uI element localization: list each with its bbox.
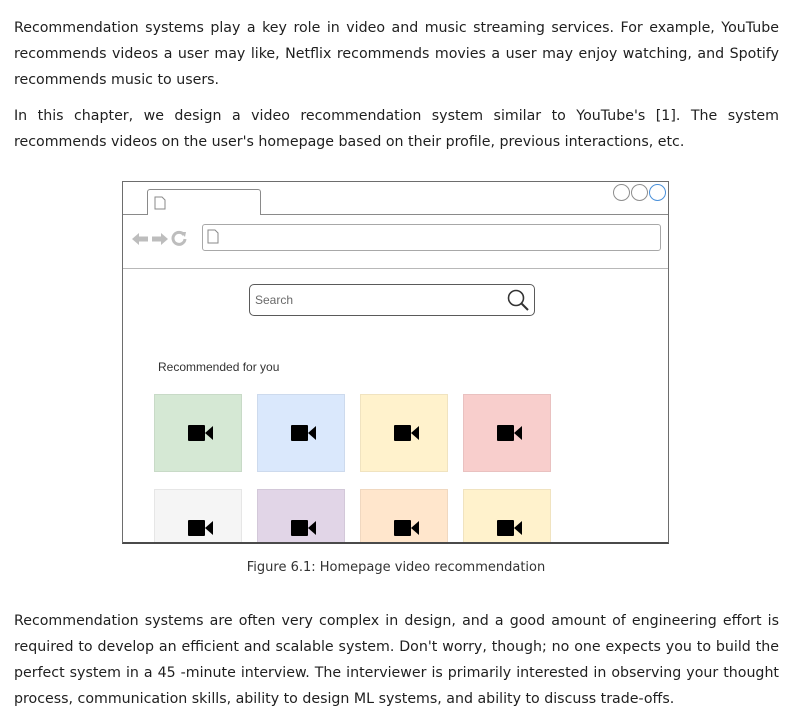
back-arrow-icon <box>131 231 149 250</box>
window-controls <box>613 184 666 201</box>
search-icon <box>506 288 530 316</box>
video-tile-8 <box>463 489 551 542</box>
video-tile-1 <box>154 394 242 472</box>
video-tile-6 <box>257 489 345 542</box>
forward-arrow-icon <box>151 231 169 250</box>
refresh-icon <box>171 230 187 250</box>
complexity-paragraph: Recommendation systems are often very co… <box>14 613 779 707</box>
recommended-heading: Recommended for you <box>158 360 280 374</box>
intro-paragraph: Recommendation systems play a key role i… <box>14 20 779 88</box>
window-control-icon <box>631 184 648 201</box>
video-tile-2 <box>257 394 345 472</box>
search-placeholder: Search <box>255 293 294 307</box>
page-icon <box>207 229 219 248</box>
navigation-bar <box>123 215 668 269</box>
tab-strip <box>123 182 668 215</box>
nav-icons <box>131 230 187 250</box>
window-control-icon <box>649 184 666 201</box>
search-input: Search <box>249 284 535 316</box>
chapter-paragraph: In this chapter, we design a video recom… <box>14 108 779 150</box>
figure-caption: Figure 6.1: Homepage video recommendatio… <box>246 560 546 575</box>
page-icon <box>154 195 166 214</box>
window-control-icon <box>613 184 630 201</box>
video-tile-4 <box>463 394 551 472</box>
video-tile-7 <box>360 489 448 542</box>
video-tile-3 <box>360 394 448 472</box>
address-bar <box>202 224 661 251</box>
video-tile-5 <box>154 489 242 542</box>
browser-tab <box>147 189 261 215</box>
browser-mockup: Search Recommended for you <box>122 181 669 544</box>
